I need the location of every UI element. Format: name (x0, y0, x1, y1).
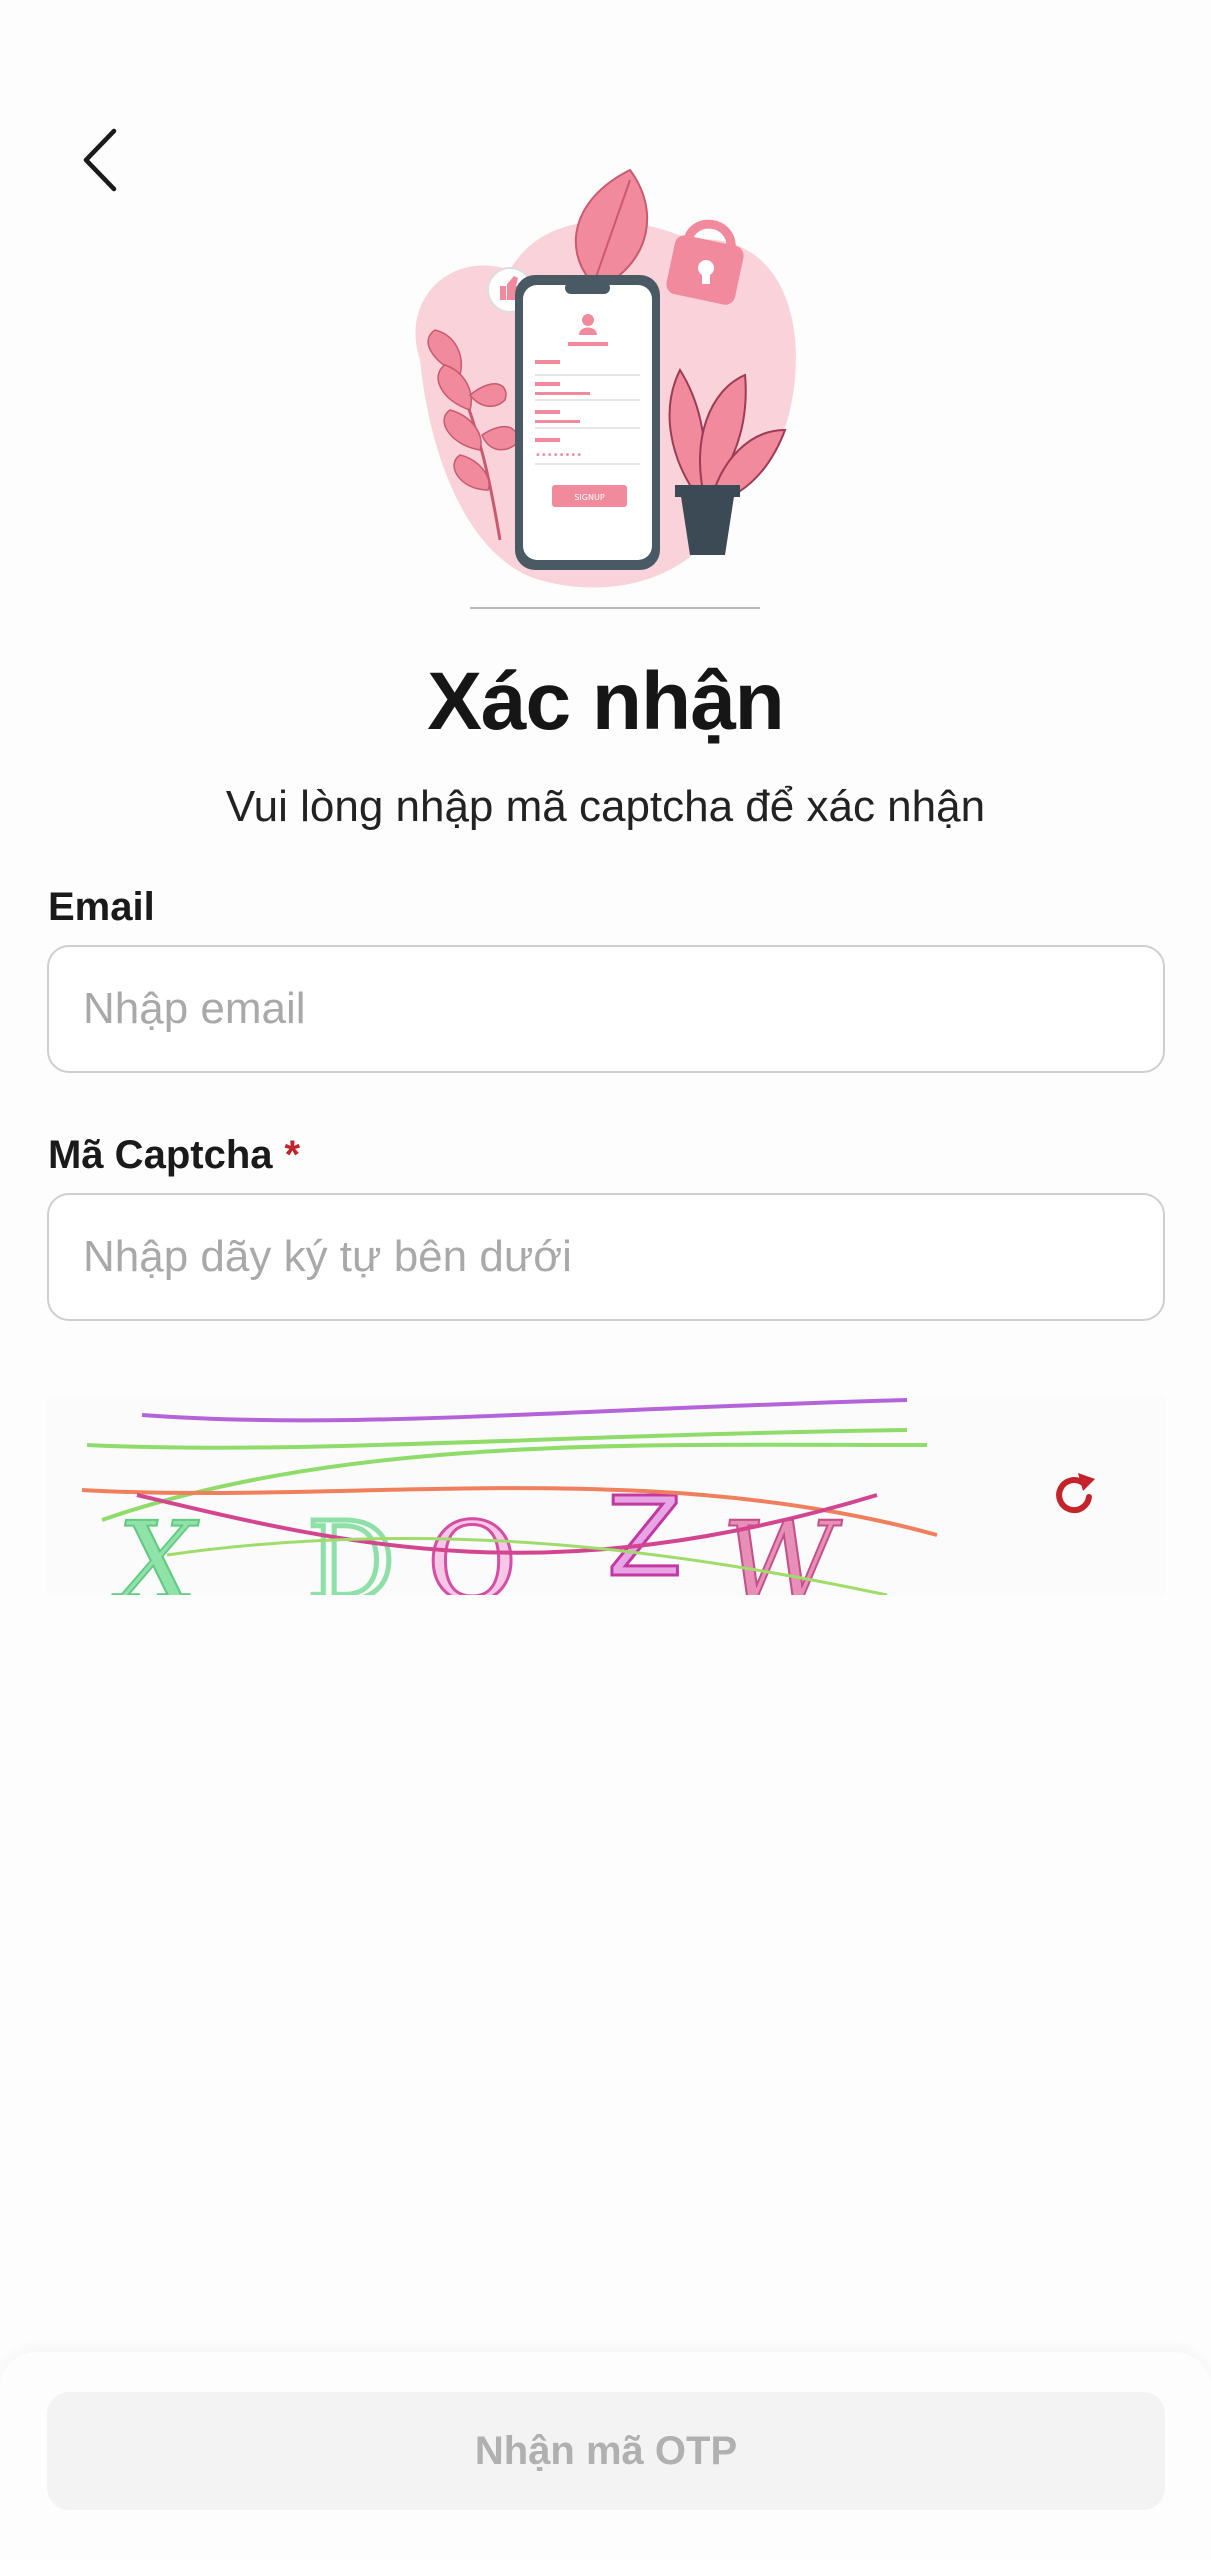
captcha-label-text: Mã Captcha (48, 1133, 273, 1177)
captcha-char-5: W (714, 1499, 845, 1596)
refresh-captcha-button[interactable] (1040, 1460, 1110, 1530)
refresh-icon (1056, 1473, 1095, 1514)
email-input[interactable] (47, 945, 1165, 1073)
phone-signup-illustration: •••••••• SIGNUP (415, 168, 796, 609)
captcha-input[interactable] (47, 1193, 1165, 1321)
required-mark: * (284, 1133, 301, 1177)
signup-label: SIGNUP (574, 493, 604, 502)
back-button[interactable] (60, 110, 140, 210)
captcha-char-2: D (307, 1498, 395, 1595)
page: •••••••• SIGNUP Xác nhận Vui lòng nhập m… (0, 0, 1211, 2560)
get-otp-button[interactable]: Nhận mã OTP (47, 2392, 1165, 2510)
svg-text:••••••••: •••••••• (535, 450, 582, 461)
captcha-label: Mã Captcha * (48, 1133, 300, 1178)
captcha-image-container: X D Q Z W (47, 1395, 1165, 1595)
chevron-left-icon (83, 128, 117, 192)
page-subtitle: Vui lòng nhập mã captcha để xác nhận (225, 782, 986, 831)
captcha-image: X D Q Z W (81, 1398, 938, 1596)
page-title: Xác nhận (427, 656, 785, 747)
email-label: Email (48, 885, 155, 929)
captcha-char-3: Q (427, 1498, 517, 1595)
